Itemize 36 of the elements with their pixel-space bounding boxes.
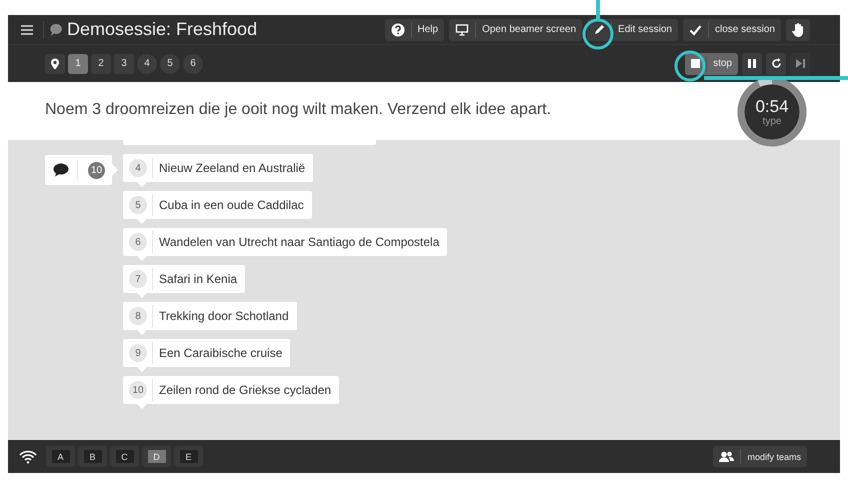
help-button[interactable]: Help: [384, 18, 444, 40]
response-number: 4: [129, 159, 147, 177]
modify-teams-button[interactable]: modify teams: [713, 446, 807, 467]
response-count: 10: [88, 162, 105, 178]
response-number: 9: [129, 344, 147, 362]
question-tab[interactable]: 6: [183, 54, 203, 74]
team-button[interactable]: B: [78, 446, 107, 467]
session-title: Demosessie: Freshfood: [67, 19, 258, 40]
response-text: Zeilen rond de Griekse cycladen: [159, 383, 332, 397]
response-number: 7: [129, 270, 147, 288]
question-tab[interactable]: 2: [91, 54, 111, 74]
stop-button[interactable]: stop: [685, 52, 738, 74]
response-text: Wandelen van Utrecht naar Santiago de Compostela: [159, 235, 440, 249]
response-text: Safari in Kenia: [159, 272, 238, 286]
beamer-button[interactable]: Open beamer screen: [449, 18, 582, 40]
response-number: 8: [129, 307, 147, 325]
response-text: Cuba in een oude Caddilac: [159, 198, 304, 212]
timer-time: 0:54: [755, 97, 789, 117]
team-button[interactable]: C: [110, 446, 139, 467]
response-number: 6: [129, 233, 147, 251]
response-text: Een Caraibische cruise: [159, 346, 282, 360]
question-text: Noem 3 droomreizen die je ooit nog wilt maken. Verzend elk idee apart.: [45, 101, 552, 119]
question-tab[interactable]: 5: [160, 54, 180, 74]
close-button[interactable]: close session: [682, 18, 781, 40]
team-button[interactable]: A: [46, 446, 75, 467]
timer-caption: type: [762, 116, 782, 127]
team-button[interactable]: E: [174, 446, 203, 467]
question-tab[interactable]: 4: [137, 54, 157, 74]
response-number: 10: [129, 381, 147, 399]
edit-button[interactable]: Edit session: [587, 18, 678, 40]
team-button[interactable]: D: [142, 446, 171, 467]
question-tab[interactable]: 1: [68, 54, 88, 74]
question-tab[interactable]: 3: [114, 54, 134, 74]
response-text: Trekking door Schotland: [159, 309, 289, 323]
response-text: Nieuw Zeeland en Australië: [159, 161, 306, 175]
response-number: 5: [129, 196, 147, 214]
